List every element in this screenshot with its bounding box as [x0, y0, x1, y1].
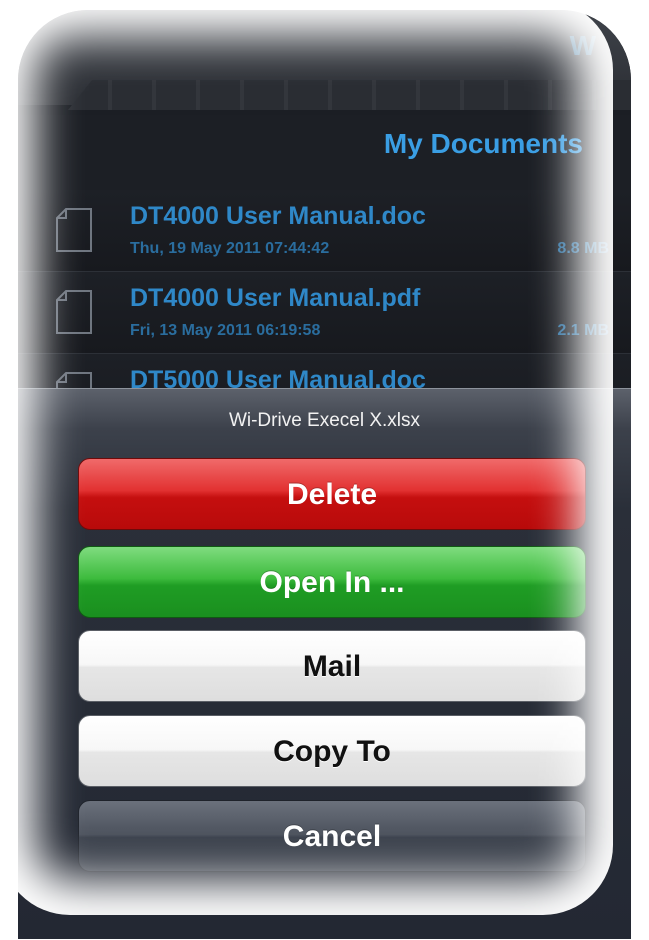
- open-in-button-label: Open In ...: [259, 566, 405, 599]
- file-size: 8.8 MB: [557, 240, 609, 257]
- cancel-button[interactable]: Cancel: [78, 800, 586, 872]
- file-date: Thu, 19 May 2011 07:44:42: [130, 240, 330, 257]
- file-date: Fri, 13 May 2011 06:19:58: [130, 322, 321, 339]
- document-icon: [56, 208, 92, 252]
- delete-button-label: Delete: [286, 478, 378, 511]
- file-name: DT4000 User Manual.doc: [130, 202, 426, 230]
- top-toolbar: W: [18, 10, 631, 110]
- file-size: 2.1 MB: [557, 322, 609, 339]
- file-name: DT4000 User Manual.pdf: [130, 284, 421, 312]
- delete-button[interactable]: Delete: [78, 458, 586, 530]
- copy-to-button[interactable]: Copy To: [78, 715, 586, 787]
- document-icon: [56, 290, 92, 334]
- cancel-button-label: Cancel: [282, 820, 382, 853]
- list-item[interactable]: DT4000 User Manual.doc Thu, 19 May 2011 …: [18, 190, 631, 272]
- tab-strip: [68, 80, 631, 110]
- mail-button[interactable]: Mail: [78, 630, 586, 702]
- page-title: My Documents: [383, 128, 583, 159]
- mail-button-label: Mail: [302, 650, 362, 683]
- list-item[interactable]: DT4000 User Manual.pdf Fri, 13 May 2011 …: [18, 272, 631, 354]
- copy-to-button-label: Copy To: [273, 735, 391, 768]
- app-badge: W: [569, 30, 596, 61]
- action-sheet-title: Wi-Drive Execel X.xlsx: [228, 410, 421, 431]
- open-in-button[interactable]: Open In ...: [78, 546, 586, 618]
